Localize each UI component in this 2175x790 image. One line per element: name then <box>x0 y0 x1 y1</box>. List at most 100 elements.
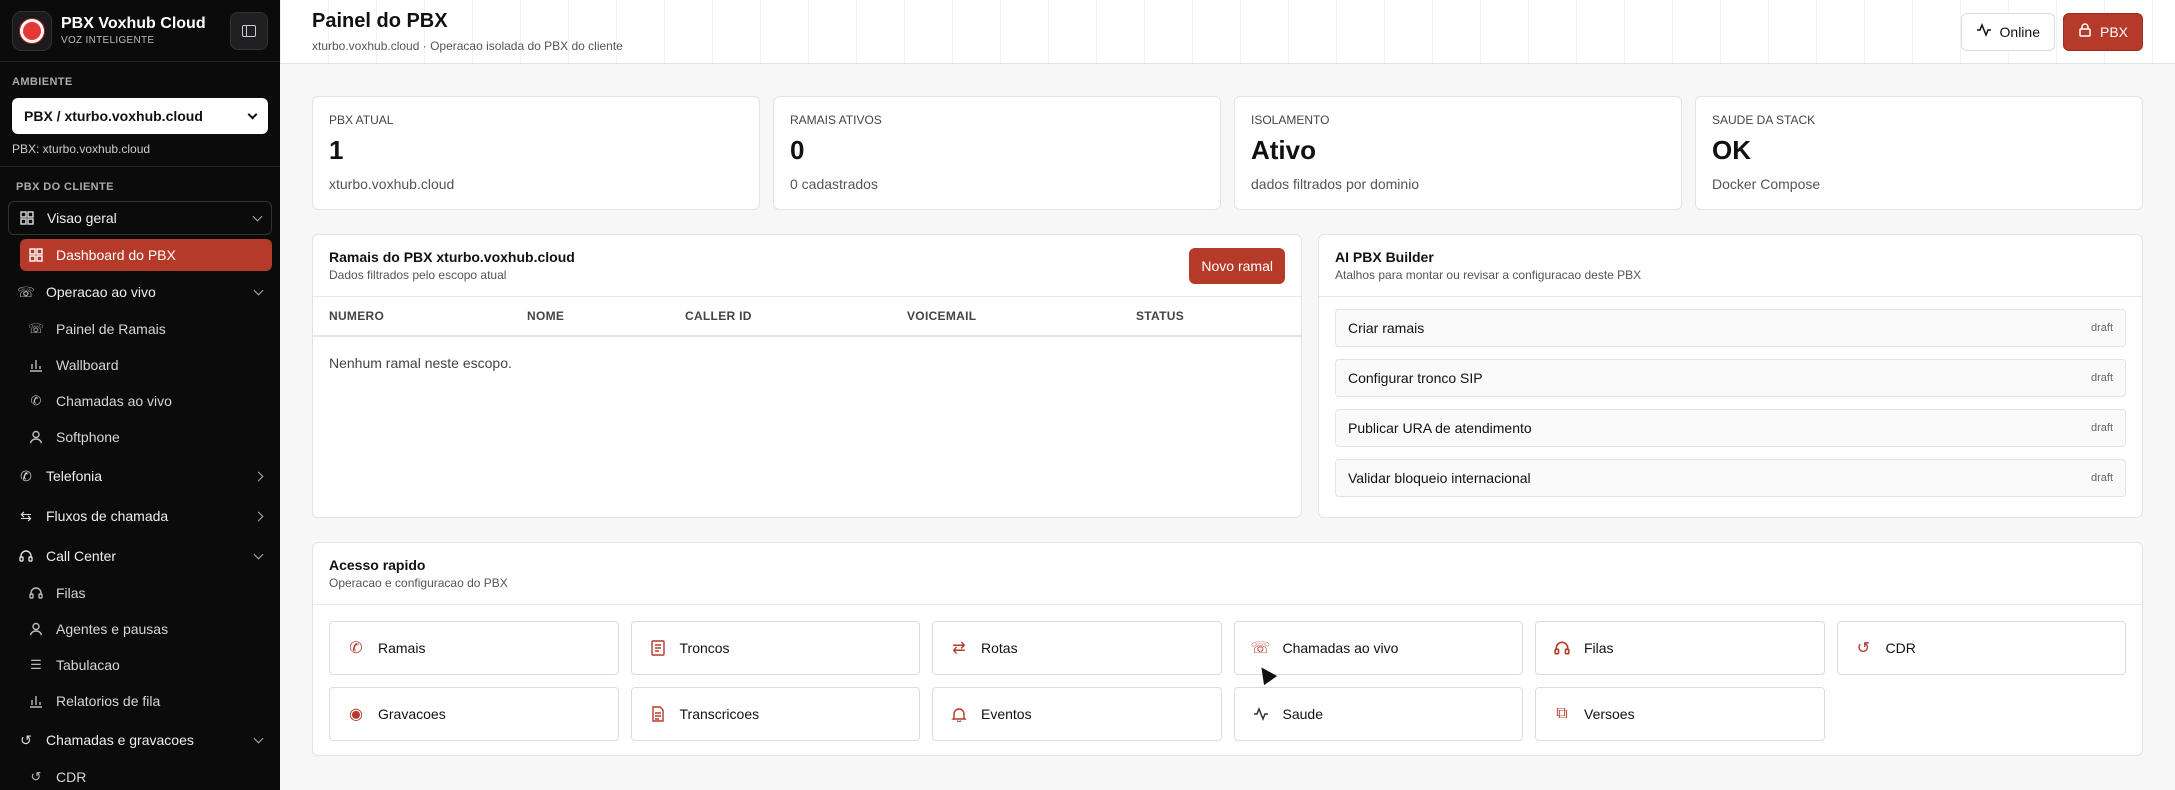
stat-value: OK <box>1712 135 1751 165</box>
grid-icon <box>19 210 35 226</box>
chevron-right-icon <box>253 511 264 521</box>
sidebar-collapse-button[interactable] <box>230 11 268 50</box>
environment-label: AMBIENTE <box>12 76 73 88</box>
ramais-table-header: NUMERO NOME CALLER ID VOICEMAIL STATUS <box>313 297 1301 337</box>
ai-shortcut-label: Configurar tronco SIP <box>1348 370 1483 386</box>
quick-troncos-button[interactable]: Troncos <box>630 621 920 675</box>
stat-value: Ativo <box>1251 135 1316 165</box>
top-bar: Painel do PBX xturbo.voxhub.cloud · Oper… <box>280 0 2175 64</box>
quick-label: Rotas <box>981 640 1018 656</box>
quick-label: Transcricoes <box>679 706 760 722</box>
quick-transcricoes-button[interactable]: Transcricoes <box>630 687 920 741</box>
chevron-down-icon <box>253 733 264 743</box>
nav-item-label: Chamadas ao vivo <box>56 393 172 409</box>
history-icon: ↺ <box>1856 640 1871 657</box>
route-icon: ⇄ <box>952 640 966 657</box>
brand-title: PBX Voxhub Cloud <box>61 15 206 32</box>
stat-card-ramais-ativos: RAMAIS ATIVOS 0 0 cadastrados <box>773 96 1221 210</box>
ai-shortcut-item[interactable]: Publicar URA de atendimento draft <box>1335 409 2126 447</box>
pbx-button[interactable]: PBX <box>2062 12 2143 51</box>
quick-saude-button[interactable]: Saude <box>1233 687 1523 741</box>
headset-icon <box>28 585 44 601</box>
bar-chart-icon <box>28 693 44 709</box>
nav-group-operacao[interactable]: ☏ Operacao ao vivo <box>8 275 272 309</box>
stat-card-isolamento: ISOLAMENTO Ativo dados filtrados por dom… <box>1234 96 1682 210</box>
quick-access-title: Acesso rapido <box>329 557 426 573</box>
column-header-status[interactable]: STATUS <box>1136 309 1184 323</box>
users-icon <box>28 621 44 637</box>
nav-item-agentes[interactable]: Agentes e pausas <box>20 613 272 645</box>
nav-item-painel-ramais[interactable]: ☏ Painel de Ramais <box>20 313 272 345</box>
nav-item-label: Tabulacao <box>56 657 120 673</box>
new-extension-button[interactable]: Novo ramal <box>1189 247 1285 284</box>
nav-group-visao-geral[interactable]: Visao geral <box>8 201 272 235</box>
nav-item-filas[interactable]: Filas <box>20 577 272 609</box>
quick-filas-button[interactable]: Filas <box>1535 621 1825 675</box>
nav-group-chamadas-gravacoes[interactable]: ↺ Chamadas e gravacoes <box>8 723 272 757</box>
nav-item-chamadas-vivo[interactable]: ✆ Chamadas ao vivo <box>20 385 272 417</box>
stat-card-pbx-atual: PBX ATUAL 1 xturbo.voxhub.cloud <box>312 96 760 210</box>
quick-access-subtitle: Operacao e configuracao do PBX <box>329 576 508 590</box>
online-status-button[interactable]: Online <box>1960 12 2055 51</box>
chevron-down-icon <box>247 109 258 119</box>
nav-group-label: Telefonia <box>46 468 103 484</box>
ai-shortcut-item[interactable]: Validar bloqueio internacional draft <box>1335 459 2126 497</box>
quick-access-grid: ✆ Ramais Troncos ⇄ Rotas ☏ Chamadas ao v… <box>313 605 2142 757</box>
phone-icon: ✆ <box>30 393 42 408</box>
brand-logo <box>12 10 52 51</box>
flow-icon: ⇆ <box>20 507 32 524</box>
draft-badge: draft <box>2090 472 2113 484</box>
quick-ramais-button[interactable]: ✆ Ramais <box>329 621 619 675</box>
ai-shortcut-item[interactable]: Criar ramais draft <box>1335 309 2126 347</box>
nav-item-cdr[interactable]: ↺ CDR <box>20 761 272 790</box>
column-header-voicemail[interactable]: VOICEMAIL <box>907 309 1136 323</box>
environment-select[interactable]: PBX / xturbo.voxhub.cloud <box>12 98 268 134</box>
versions-icon: ⧉ <box>1556 705 1568 722</box>
ai-shortcut-label: Criar ramais <box>1348 320 1425 336</box>
pbx-label: PBX <box>2099 23 2128 40</box>
list-icon: ☰ <box>30 657 42 672</box>
environment-current: PBX: xturbo.voxhub.cloud <box>12 142 151 156</box>
nav-item-relatorios[interactable]: Relatorios de fila <box>20 685 272 717</box>
nav-group-call-center[interactable]: Call Center <box>8 539 272 573</box>
nav-item-softphone[interactable]: Softphone <box>20 421 272 453</box>
nav-item-wallboard[interactable]: Wallboard <box>20 349 272 381</box>
quick-eventos-button[interactable]: Eventos <box>932 687 1222 741</box>
quick-cdr-button[interactable]: ↺ CDR <box>1836 621 2126 675</box>
nav-item-label: Softphone <box>56 429 120 445</box>
main-content: Painel do PBX xturbo.voxhub.cloud · Oper… <box>280 0 2175 790</box>
quick-chamadas-vivo-button[interactable]: ☏ Chamadas ao vivo <box>1233 621 1523 675</box>
nav-item-tabulacao[interactable]: ☰ Tabulacao <box>20 649 272 681</box>
document-icon <box>648 706 668 722</box>
lock-icon <box>2078 23 2092 40</box>
brand-header: PBX Voxhub Cloud VOZ INTELIGENTE <box>0 0 280 62</box>
nav-item-label: Relatorios de fila <box>56 693 161 709</box>
online-label: Online <box>1999 23 2040 40</box>
quick-versoes-button[interactable]: ⧉ Versoes <box>1535 687 1825 741</box>
stat-card-saude-stack: SAUDE DA STACK OK Docker Compose <box>1695 96 2143 210</box>
draft-badge: draft <box>2090 422 2113 434</box>
nav-item-label: Agentes e pausas <box>56 621 169 637</box>
quick-label: Chamadas ao vivo <box>1282 640 1399 656</box>
bar-chart-icon <box>28 357 44 373</box>
nav-group-label: Call Center <box>46 548 117 564</box>
phone-icon: ✆ <box>20 467 32 484</box>
column-header-numero[interactable]: NUMERO <box>329 309 527 323</box>
nav-item-dashboard[interactable]: Dashboard do PBX <box>20 239 272 271</box>
stat-sub: xturbo.voxhub.cloud <box>329 176 455 192</box>
quick-rotas-button[interactable]: ⇄ Rotas <box>932 621 1222 675</box>
nav-group-telefonia[interactable]: ✆ Telefonia <box>8 459 272 493</box>
nav-group-fluxos[interactable]: ⇆ Fluxos de chamada <box>8 499 272 533</box>
nav-item-label: CDR <box>56 769 87 785</box>
sidebar: PBX Voxhub Cloud VOZ INTELIGENTE AMBIENT… <box>0 0 280 790</box>
history-icon: ↺ <box>20 731 32 748</box>
ai-shortcut-label: Publicar URA de atendimento <box>1348 420 1532 436</box>
chevron-down-icon <box>253 285 264 295</box>
quick-label: Saude <box>1282 706 1323 722</box>
column-header-caller-id[interactable]: CALLER ID <box>685 309 907 323</box>
quick-gravacoes-button[interactable]: ◉ Gravacoes <box>329 687 619 741</box>
history-icon: ↺ <box>30 769 42 784</box>
ramais-panel: Ramais do PBX xturbo.voxhub.cloud Dados … <box>312 234 1302 518</box>
ai-shortcut-item[interactable]: Configurar tronco SIP draft <box>1335 359 2126 397</box>
column-header-nome[interactable]: NOME <box>527 309 685 323</box>
